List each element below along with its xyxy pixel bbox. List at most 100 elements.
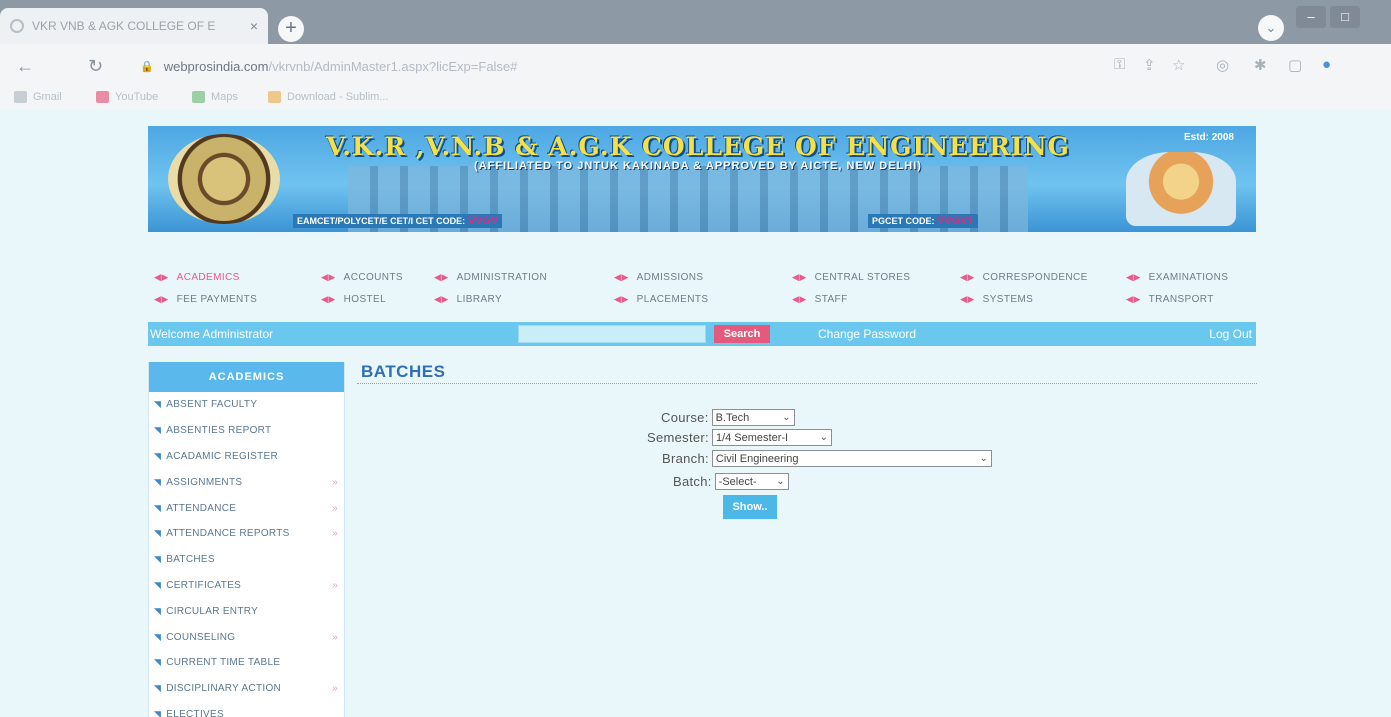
semester-select[interactable]: 1/4 Semester-I ⌄: [711, 429, 832, 446]
module-menu-row-1: ◀▶ ACADEMICS ◀▶ ACCOUNTS ◀▶ ADMINISTRATION …: [150, 272, 1260, 290]
module-menu-row-2: ◀▶ FEE PAYMENTS ◀▶ HOSTEL ◀▶ LIBRARY ◀▶ PLAC…: [150, 294, 1260, 312]
camera-icon[interactable]: ◎: [1216, 56, 1229, 74]
search-button[interactable]: Search: [714, 325, 770, 343]
sidebar-item-batches[interactable]: ◥ BATCHES: [149, 547, 344, 573]
branch-select[interactable]: Civil Engineering ⌄: [711, 450, 992, 467]
key-icon[interactable]: ⚿: [1114, 56, 1125, 73]
logout-link[interactable]: Log Out: [1209, 327, 1252, 341]
url-path: /vkrvnb/AdminMaster1.aspx?licExp=False#: [268, 58, 518, 74]
page-title: BATCHES: [361, 362, 446, 381]
course-label: Course:: [661, 410, 709, 425]
chevron-down-icon: ⌄: [979, 453, 988, 464]
menu-examinations[interactable]: ◀▶ EXAMINATIONS: [1126, 272, 1228, 283]
pgcet-code: PGCET CODE: VVGV1: [868, 214, 978, 228]
menu-admissions[interactable]: ◀▶ ADMISSIONS: [614, 272, 703, 283]
extensions-icon[interactable]: ✱: [1254, 56, 1267, 74]
sidebar-item-absenties-report[interactable]: ◥ ABSENTIES REPORT: [149, 418, 344, 444]
college-affiliation: (AFFILIATED TO JNTUK KAKINADA & APPROVED…: [474, 160, 922, 172]
url-host: webprosindia.com: [163, 58, 269, 74]
menu-hostel[interactable]: ◀▶ HOSTEL: [321, 294, 386, 305]
search-input[interactable]: [518, 325, 706, 343]
menu-library[interactable]: ◀▶ LIBRARY: [434, 294, 502, 305]
change-password-link[interactable]: Change Password: [818, 327, 916, 341]
tab-search-button[interactable]: ⌄: [1258, 15, 1284, 41]
bookmark-maps[interactable]: Maps: [192, 91, 238, 103]
apps-icon: [14, 91, 27, 103]
sidebar-item-attendance-reports[interactable]: ◥ ATTENDANCE REPORTS»: [149, 521, 344, 547]
bookmark-gmail[interactable]: Gmail: [14, 91, 62, 103]
menu-systems[interactable]: ◀▶ SYSTEMS: [960, 294, 1033, 305]
arrow-icon: ◀▶: [614, 294, 629, 304]
share-icon[interactable]: ⇪: [1143, 56, 1156, 74]
course-row: Course: B.Tech ⌄: [661, 409, 795, 426]
eamcet-code: EAMCET/POLYCET/E CET/I CET CODE: VVGV: [293, 214, 503, 228]
expand-icon: »: [332, 528, 338, 540]
sidebar-item-attendance[interactable]: ◥ ATTENDANCE»: [149, 495, 344, 521]
bookmarks-bar: Gmail YouTube Maps Download - Sublim...: [0, 88, 1391, 110]
expand-icon: »: [332, 476, 338, 488]
star-icon[interactable]: ☆: [1172, 56, 1185, 74]
close-tab-icon[interactable]: ×: [250, 18, 258, 34]
sidebar-item-disciplinary-action[interactable]: ◥ DISCIPLINARY ACTION»: [149, 676, 344, 702]
bookmark-youtube[interactable]: YouTube: [96, 91, 158, 103]
batch-select[interactable]: -Select- ⌄: [714, 473, 789, 490]
menu-correspondence[interactable]: ◀▶ CORRESPONDENCE: [960, 272, 1088, 283]
youtube-icon: [96, 91, 109, 103]
arrow-icon: ◀▶: [614, 272, 629, 282]
established-year: Estd: 2008: [1183, 132, 1234, 143]
sidebar-item-counseling[interactable]: ◥ COUNSELING»: [149, 624, 344, 650]
course-select[interactable]: B.Tech ⌄: [711, 409, 795, 426]
expand-icon: »: [332, 631, 338, 643]
bullet-icon: ◥: [154, 528, 162, 539]
browser-tab-strip: VKR VNB & AGK COLLEGE OF E × + ⌄ – □: [0, 0, 1391, 44]
menu-fee-payments[interactable]: ◀▶ FEE PAYMENTS: [154, 294, 257, 305]
bullet-icon: ◥: [154, 554, 162, 565]
side-panel-icon[interactable]: ▢: [1288, 56, 1302, 74]
arrow-icon: ◀▶: [321, 272, 336, 282]
sidebar-item-certificates[interactable]: ◥ CERTIFICATES»: [149, 573, 344, 599]
bullet-icon: ◥: [154, 476, 162, 487]
expand-icon: »: [332, 683, 338, 695]
sidebar-item-current-time-table[interactable]: ◥ CURRENT TIME TABLE: [149, 650, 344, 676]
menu-administration[interactable]: ◀▶ ADMINISTRATION: [434, 272, 547, 283]
sidebar-item-assignments[interactable]: ◥ ASSIGNMENTS»: [149, 469, 344, 495]
arrow-icon: ◀▶: [154, 272, 169, 282]
chevron-down-icon: ⌄: [819, 432, 828, 443]
sidebar-item-acadamic-register[interactable]: ◥ ACADAMIC REGISTER: [149, 444, 344, 470]
sidebar-item-electives[interactable]: ◥ ELECTIVES: [149, 702, 344, 717]
back-arrow-icon[interactable]: ←: [16, 56, 34, 77]
sidebar-item-circular-entry[interactable]: ◥ CIRCULAR ENTRY: [149, 598, 344, 624]
sidebar-item-absent-faculty[interactable]: ◥ ABSENT FACULTY: [149, 392, 344, 418]
menu-academics[interactable]: ◀▶ ACADEMICS: [154, 272, 240, 283]
profile-icon[interactable]: ●: [1322, 56, 1331, 73]
show-button[interactable]: Show..: [723, 495, 777, 519]
arrow-icon: ◀▶: [434, 272, 449, 282]
reload-icon[interactable]: ↻: [88, 56, 103, 77]
bullet-icon: ◥: [154, 605, 162, 616]
deity-image: [1126, 152, 1236, 226]
title-divider: [357, 383, 1257, 384]
menu-central-stores[interactable]: ◀▶ CENTRAL STORES: [792, 272, 910, 283]
expand-icon: »: [332, 579, 338, 591]
arrow-icon: ◀▶: [154, 294, 169, 304]
expand-icon: »: [332, 502, 338, 514]
welcome-text: Welcome Administrator: [150, 327, 274, 341]
semester-row: Semester: 1/4 Semester-I ⌄: [647, 429, 832, 446]
minimize-button[interactable]: –: [1296, 6, 1326, 28]
arrow-icon: ◀▶: [1126, 294, 1141, 304]
new-tab-button[interactable]: +: [278, 16, 304, 42]
bullet-icon: ◥: [154, 579, 162, 590]
menu-staff[interactable]: ◀▶ STAFF: [792, 294, 848, 305]
arrow-icon: ◀▶: [792, 272, 807, 282]
bookmark-download[interactable]: Download - Sublim...: [268, 91, 389, 103]
maximize-button[interactable]: □: [1330, 6, 1360, 28]
bullet-icon: ◥: [154, 450, 162, 461]
browser-tab[interactable]: VKR VNB & AGK COLLEGE OF E ×: [0, 8, 268, 44]
menu-transport[interactable]: ◀▶ TRANSPORT: [1126, 294, 1214, 305]
menu-placements[interactable]: ◀▶ PLACEMENTS: [614, 294, 708, 305]
bullet-icon: ◥: [154, 502, 162, 513]
menu-accounts[interactable]: ◀▶ ACCOUNTS: [321, 272, 403, 283]
college-logo: [168, 134, 280, 224]
url-field[interactable]: 🔒 webprosindia.com /vkrvnb/AdminMaster1.…: [140, 53, 1060, 79]
tab-title: VKR VNB & AGK COLLEGE OF E: [32, 19, 216, 33]
